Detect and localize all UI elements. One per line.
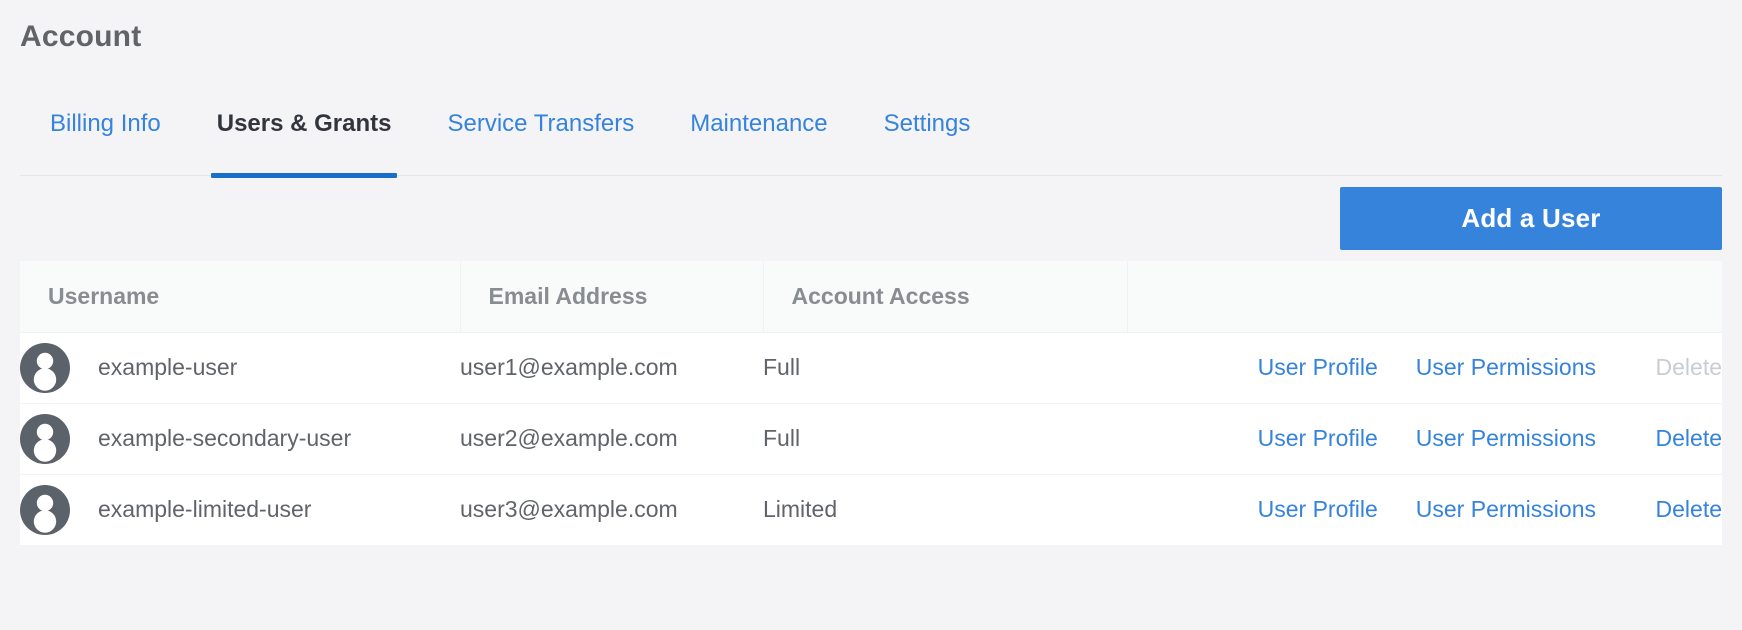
user-profile-link[interactable]: User Profile [1258,496,1378,523]
tab-service-transfers[interactable]: Service Transfers [419,98,662,176]
cell-email: user2@example.com [460,403,763,474]
table-row: example-secondary-user user2@example.com… [20,403,1722,474]
cell-account-access: Full [763,403,1127,474]
cell-username: example-user [20,332,460,403]
user-permissions-link[interactable]: User Permissions [1416,425,1596,452]
cell-actions: User Profile User Permissions Delete [1127,474,1722,545]
column-header-account-access: Account Access [763,261,1127,332]
cell-account-access: Full [763,332,1127,403]
cell-email: user3@example.com [460,474,763,545]
username-text: example-limited-user [98,496,311,523]
delete-link[interactable]: Delete [1634,425,1722,452]
user-permissions-link[interactable]: User Permissions [1416,496,1596,523]
user-avatar-icon [20,485,70,535]
tab-billing-info[interactable]: Billing Info [20,98,189,176]
column-header-email: Email Address [460,261,763,332]
column-header-actions [1127,261,1722,332]
account-page: Account Billing Info Users & Grants Serv… [0,0,1742,630]
tab-settings[interactable]: Settings [856,98,999,176]
tab-label: Maintenance [690,110,827,138]
users-table-body: example-user user1@example.com Full User… [20,332,1722,545]
action-bar: Add a User [20,177,1722,260]
username-text: example-user [98,354,237,381]
column-header-username: Username [20,261,460,332]
tab-label: Settings [884,110,971,138]
username-text: example-secondary-user [98,425,351,452]
cell-username: example-limited-user [20,474,460,545]
user-profile-link[interactable]: User Profile [1258,354,1378,381]
delete-link: Delete [1634,354,1722,381]
user-avatar-icon [20,414,70,464]
tab-bar: Billing Info Users & Grants Service Tran… [20,98,1722,176]
tab-label: Service Transfers [447,110,634,138]
add-user-button[interactable]: Add a User [1340,187,1722,250]
user-profile-link[interactable]: User Profile [1258,425,1378,452]
users-table: Username Email Address Account Access [20,261,1722,545]
table-row: example-limited-user user3@example.com L… [20,474,1722,545]
cell-actions: User Profile User Permissions Delete [1127,332,1722,403]
tab-users-and-grants[interactable]: Users & Grants [189,98,420,176]
cell-account-access: Limited [763,474,1127,545]
delete-link[interactable]: Delete [1634,496,1722,523]
users-table-header: Username Email Address Account Access [20,261,1722,332]
cell-email: user1@example.com [460,332,763,403]
user-avatar-icon [20,343,70,393]
table-row: example-user user1@example.com Full User… [20,332,1722,403]
table-header-row: Username Email Address Account Access [20,261,1722,332]
page-title: Account [20,20,141,54]
tab-label: Users & Grants [217,110,392,138]
cell-username: example-secondary-user [20,403,460,474]
tab-label: Billing Info [50,110,161,138]
cell-actions: User Profile User Permissions Delete [1127,403,1722,474]
tab-maintenance[interactable]: Maintenance [662,98,855,176]
user-permissions-link[interactable]: User Permissions [1416,354,1596,381]
